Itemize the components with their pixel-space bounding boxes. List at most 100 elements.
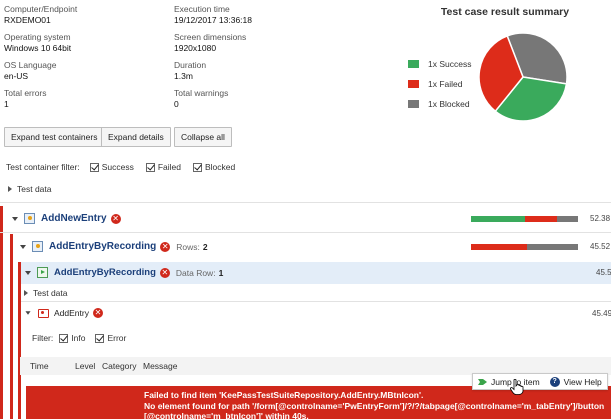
module-icon: [38, 308, 49, 318]
error-icon: ✕: [110, 213, 121, 224]
node-progress-bar: [471, 216, 578, 222]
node-name: AddEntryByRecording: [54, 267, 156, 278]
filter-failed-checkbox[interactable]: Failed: [145, 162, 181, 172]
node-duration: 52.38: [590, 214, 611, 223]
node-duration: 45.5: [596, 268, 611, 277]
chevron-down-icon[interactable]: [20, 244, 26, 249]
legend-swatch-failed: [408, 80, 419, 88]
checkbox-label: Error: [107, 333, 127, 343]
error-message-line: [@controlname='m_btnIcon']' within 40s.: [144, 411, 309, 419]
expand-details-button[interactable]: Expand details: [101, 127, 171, 147]
error-icon: ✕: [92, 308, 103, 318]
info-label: Total warnings: [174, 88, 229, 98]
test-suite-icon: [24, 213, 35, 224]
info-label: Screen dimensions: [174, 32, 247, 42]
info-label: Operating system: [4, 32, 71, 42]
test-container-filter: Test container filter: Success Failed Bl…: [6, 160, 235, 174]
chevron-right-icon: [8, 186, 12, 192]
progress-segment: [524, 216, 557, 222]
info-duration: Duration 1.3m: [174, 60, 334, 82]
chevron-right-icon: [24, 290, 28, 296]
checkbox-checked-icon: [95, 333, 105, 343]
info-screen: Screen dimensions 1920x1080: [174, 32, 334, 54]
error-icon: ✕: [160, 241, 171, 252]
legend-label: 1x Blocked: [428, 99, 470, 109]
info-exec-time: Execution time 19/12/2017 13:36:18: [174, 4, 334, 26]
expand-test-containers-button[interactable]: Expand test containers: [4, 127, 105, 147]
info-label: Computer/Endpoint: [4, 4, 78, 14]
progress-segment: [526, 244, 578, 250]
node-header: AddEntry ✕: [25, 308, 103, 318]
node-name: AddEntry: [54, 308, 89, 318]
context-popup: Jump to item ? View Help: [472, 373, 608, 390]
column-header-time[interactable]: Time: [30, 361, 49, 371]
node-duration: 45.49: [592, 309, 611, 318]
test-case-icon: [32, 241, 43, 252]
column-header-message[interactable]: Message: [143, 361, 178, 371]
chevron-down-icon[interactable]: [12, 216, 18, 221]
tree-node-module-add-entry[interactable]: AddEntry ✕ 45.49: [21, 303, 611, 325]
checkbox-checked-icon: [89, 162, 99, 172]
data-row-label: Data Row:: [175, 267, 216, 278]
chevron-down-icon[interactable]: [25, 270, 31, 275]
node-header: AddEntryByRecording ✕ Rows: 2: [20, 241, 208, 252]
chevron-down-icon[interactable]: [25, 311, 31, 315]
legend-swatch-success: [408, 60, 419, 68]
checkbox-label: Success: [101, 162, 134, 172]
summary-title: Test case result summary: [440, 6, 570, 18]
progress-segment: [471, 216, 525, 222]
legend-label: 1x Success: [428, 59, 472, 69]
progress-segment: [471, 244, 527, 250]
error-message-line: Failed to find item 'KeePassTestSuiteRep…: [144, 390, 424, 400]
checkbox-label: Failed: [157, 162, 181, 172]
column-header-category[interactable]: Category: [102, 361, 137, 371]
node-name: AddNewEntry: [41, 213, 107, 224]
help-icon: ?: [549, 376, 560, 387]
filter-label: Filter:: [32, 333, 54, 343]
filter-blocked-checkbox[interactable]: Blocked: [192, 162, 235, 172]
info-label: Duration: [174, 60, 207, 70]
data-row-value: 1: [218, 267, 224, 278]
test-data-label: Test data: [17, 184, 52, 194]
result-summary: Test case result summary 1x Success 1x F…: [400, 4, 611, 124]
info-value: 19/12/2017 13:36:18: [174, 15, 252, 25]
test-data-toggle[interactable]: Test data: [24, 288, 68, 298]
collapse-all-button[interactable]: Collapse all: [174, 127, 232, 147]
view-help-button[interactable]: ? View Help: [545, 376, 607, 387]
node-header: AddEntryByRecording ✕ Data Row: 1: [25, 267, 223, 278]
summary-legend: 1x Success 1x Failed 1x Blocked: [408, 54, 471, 114]
node-duration: 45.52: [590, 242, 611, 251]
rows-label: Rows:: [176, 241, 200, 252]
report-info-panel: Computer/Endpoint RXDEMO01 Execution tim…: [4, 4, 344, 114]
tree-node-add-entry-by-recording[interactable]: AddEntryByRecording ✕ Rows: 2 45.52: [0, 234, 611, 260]
checkbox-label: Info: [71, 333, 86, 343]
info-label: OS Language: [4, 60, 57, 70]
error-message-line: No element found for path '/form[@contro…: [144, 400, 605, 411]
divider: [0, 232, 611, 233]
tree-node-add-new-entry[interactable]: AddNewEntry ✕ 52.38: [0, 206, 611, 232]
tree-node-data-row[interactable]: AddEntryByRecording ✕ Data Row: 1 45.5: [21, 262, 611, 284]
filter-error-checkbox[interactable]: Error: [95, 333, 126, 343]
legend-blocked: 1x Blocked: [408, 94, 471, 114]
node-name: AddEntryByRecording: [49, 241, 157, 252]
info-value: 0: [174, 99, 179, 109]
test-data-toggle[interactable]: Test data: [8, 184, 52, 194]
filter-success-checkbox[interactable]: Success: [89, 162, 134, 172]
node-progress-bar: [471, 244, 578, 250]
summary-pie-chart: [478, 32, 568, 122]
info-label: Execution time: [174, 4, 230, 14]
filter-info-checkbox[interactable]: Info: [59, 333, 85, 343]
test-data-label: Test data: [33, 288, 68, 298]
info-value: Windows 10 64bit: [4, 43, 72, 53]
legend-swatch-blocked: [408, 100, 419, 108]
info-computer: Computer/Endpoint RXDEMO01: [4, 4, 164, 26]
column-header-level[interactable]: Level: [75, 361, 95, 371]
iteration-icon: [37, 267, 48, 278]
help-label: View Help: [563, 376, 602, 387]
failure-indicator-bar: [10, 234, 13, 419]
info-value: 1.3m: [174, 71, 193, 81]
info-value: 1: [4, 99, 9, 109]
hand-cursor-icon: [510, 379, 524, 395]
info-value: 1920x1080: [174, 43, 217, 53]
jump-to-item-button[interactable]: Jump to item: [473, 377, 545, 387]
